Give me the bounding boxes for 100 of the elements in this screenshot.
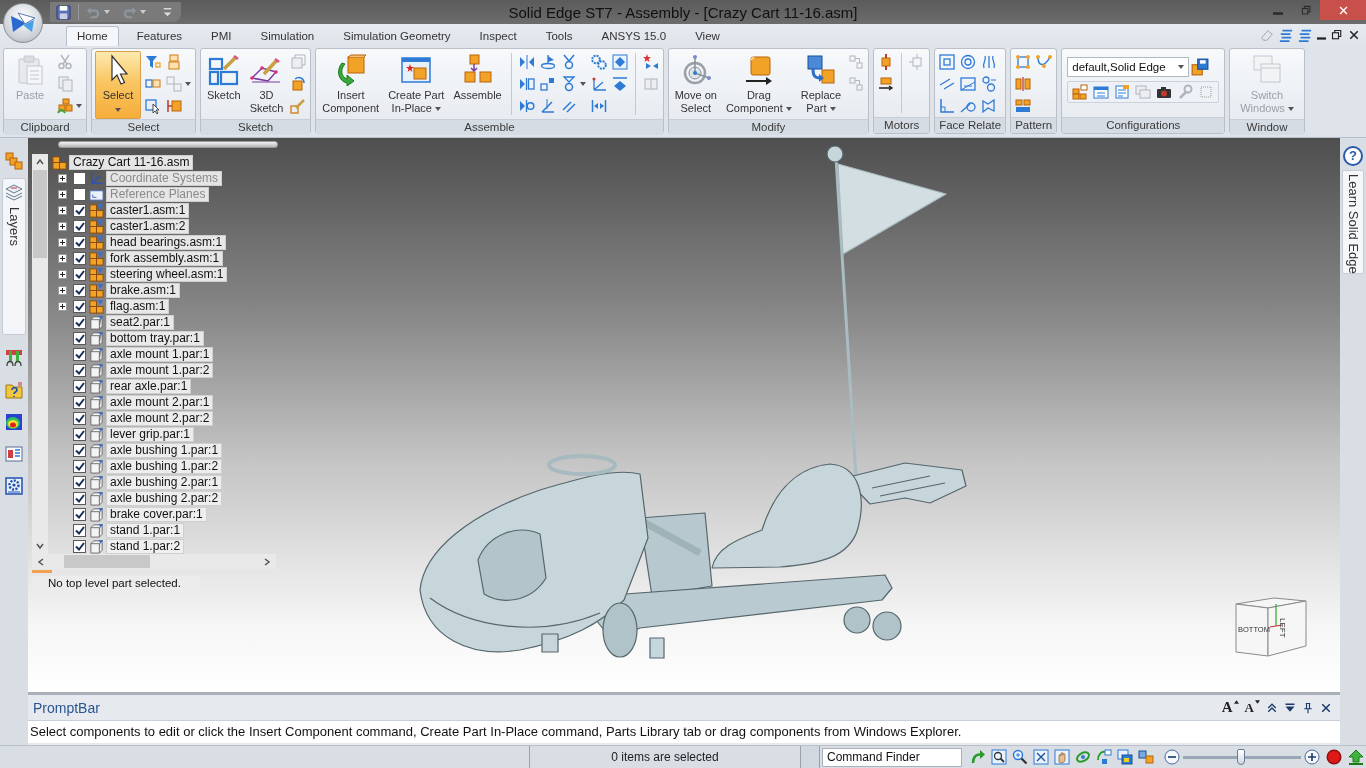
ribbon-tab[interactable]: PMI [200, 26, 243, 46]
font-larger-button[interactable]: A [1221, 700, 1239, 715]
expand-icon[interactable] [58, 269, 67, 279]
pencil-box-icon[interactable] [290, 98, 307, 114]
cursor-box-icon[interactable] [145, 98, 161, 114]
doc-window-icon[interactable] [1114, 84, 1131, 100]
ribbon-tab[interactable]: View [684, 26, 731, 46]
offset-circles-icon[interactable] [981, 76, 998, 92]
checkbox[interactable] [73, 427, 86, 441]
font-smaller-button[interactable]: A [1244, 700, 1260, 715]
table-window-icon[interactable] [1093, 84, 1110, 100]
tree-item-label[interactable]: stand 1.par:2 [106, 538, 185, 554]
slider-thumb[interactable] [1236, 748, 1245, 765]
arc-boxes-icon[interactable] [1096, 749, 1112, 765]
angle-lines-icon[interactable] [539, 98, 556, 114]
expand-icon[interactable] [58, 205, 67, 215]
floppy-icon[interactable] [56, 4, 71, 20]
checkbox[interactable] [73, 171, 86, 185]
axes-icon[interactable] [590, 76, 607, 92]
checkbox[interactable] [73, 523, 86, 537]
blocks-icon[interactable] [5, 152, 23, 170]
command-finder-field[interactable]: Command Finder [822, 747, 962, 767]
cross-box-icon[interactable] [1033, 749, 1049, 765]
checkbox[interactable] [73, 187, 86, 201]
plus-icon[interactable] [1304, 749, 1320, 765]
tree-item-label[interactable]: axle bushing 1.par:1 [106, 442, 223, 458]
close-icon[interactable] [1320, 701, 1332, 714]
star-mirror-icon[interactable] [642, 54, 659, 70]
tree-item-label[interactable]: brake cover.par:1 [106, 506, 207, 522]
checkbox[interactable] [73, 443, 86, 457]
zoom-window-icon[interactable] [991, 749, 1007, 765]
ribbon-tab[interactable]: Features [125, 26, 194, 46]
arrows-bar-icon[interactable] [590, 98, 607, 114]
scroll-down-icon[interactable] [35, 541, 45, 551]
checkbox[interactable] [73, 507, 86, 521]
expand-icon[interactable] [58, 285, 67, 295]
orbit-icon[interactable] [1075, 749, 1091, 765]
magnifier-icon[interactable] [1012, 749, 1028, 765]
checkbox[interactable] [73, 283, 86, 297]
configuration-dropdown[interactable]: default,Solid Edge [1067, 57, 1190, 77]
ribbon-tab[interactable]: Home [66, 26, 119, 46]
expand-icon[interactable] [58, 189, 67, 199]
expand-icon[interactable] [58, 221, 67, 231]
mirror-circle-icon[interactable] [518, 98, 535, 114]
checkbox[interactable] [73, 411, 86, 425]
tree-item-label[interactable]: axle mount 1.par:1 [106, 346, 214, 362]
cube-pair-icon[interactable] [1138, 749, 1154, 765]
diagonal-lines-icon[interactable] [939, 76, 956, 92]
expand-icon[interactable] [58, 173, 67, 183]
checkbox[interactable] [73, 379, 86, 393]
plane-box-icon[interactable] [960, 76, 977, 92]
scroll-left-icon[interactable] [36, 556, 46, 567]
cubes-icon[interactable] [57, 98, 73, 114]
rotate-cube-icon[interactable] [290, 76, 307, 92]
ribbon-tab[interactable]: Inspect [468, 26, 528, 46]
dropdown-bar-icon[interactable] [1284, 701, 1296, 714]
checkbox[interactable] [73, 331, 86, 345]
tree-item-label[interactable]: axle bushing 2.par:1 [106, 474, 223, 490]
checkbox[interactable] [73, 491, 86, 505]
small-squares-icon[interactable] [539, 76, 556, 92]
parallel-lines-icon[interactable] [560, 98, 577, 114]
mirror-triangles-icon[interactable] [518, 54, 535, 70]
tree-item-label[interactable]: axle bushing 2.par:2 [106, 490, 223, 506]
close-button[interactable] [1320, 0, 1366, 20]
layers-tab[interactable]: Layers [2, 178, 26, 335]
view-cube[interactable] [1235, 597, 1307, 657]
tree-item-label[interactable]: bottom tray.par:1 [106, 330, 204, 346]
tree-item-label[interactable]: Crazy Cart 11-16.asm [69, 154, 194, 170]
checkbox[interactable] [73, 347, 86, 361]
scroll-thumb[interactable] [33, 170, 47, 258]
rect-pattern-icon[interactable] [1015, 54, 1032, 70]
columns-arches-icon[interactable] [5, 349, 23, 367]
tree-item-label[interactable]: caster1.asm:2 [106, 218, 190, 234]
tree-item-label[interactable]: head bearings.asm:1 [106, 234, 227, 250]
minus-icon[interactable] [1164, 749, 1180, 765]
checkbox[interactable] [73, 235, 86, 249]
tree-item-label[interactable]: stand 1.par:1 [106, 522, 185, 538]
diamond-box-icon[interactable] [611, 54, 628, 70]
checkbox[interactable] [73, 395, 86, 409]
dotted-box-icon[interactable] [1198, 84, 1215, 100]
close-icon[interactable] [1348, 29, 1360, 41]
expand-icon[interactable] [58, 237, 67, 247]
vertical-scrollbar[interactable] [32, 154, 48, 554]
sketch-button[interactable]: Sketch [204, 51, 244, 119]
move-button[interactable]: Move on Select [671, 51, 720, 119]
right-angle-icon[interactable] [939, 98, 956, 114]
minimize-icon[interactable] [1317, 36, 1326, 40]
create-part-button[interactable]: Create Part In-Place [385, 51, 448, 119]
funnel-circle-icon[interactable] [560, 76, 577, 92]
curved-arrow-icon[interactable] [970, 749, 986, 765]
folder-question-icon[interactable] [5, 381, 23, 399]
filter-icon[interactable] [145, 54, 161, 70]
checkbox[interactable] [73, 459, 86, 473]
replace-part-button[interactable]: Replace Part [797, 51, 845, 119]
heatmap-icon[interactable] [5, 413, 23, 431]
checkbox[interactable] [73, 251, 86, 265]
restore-icon[interactable] [1331, 29, 1343, 41]
tree-item-label[interactable]: axle bushing 1.par:2 [106, 458, 223, 474]
dotted-circles-icon[interactable] [590, 54, 607, 70]
checkbox[interactable] [73, 219, 86, 233]
